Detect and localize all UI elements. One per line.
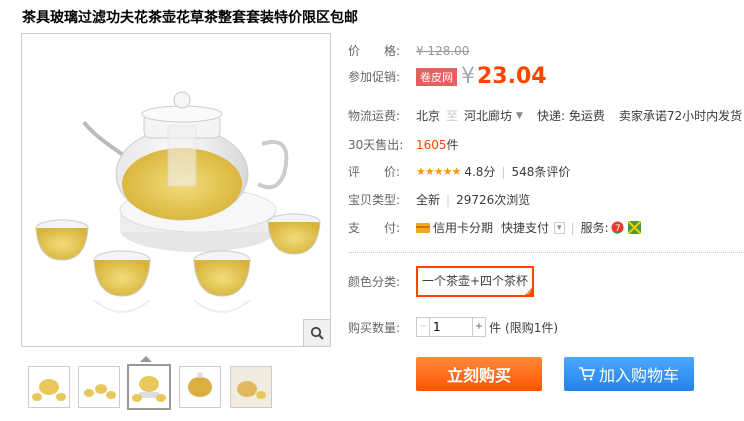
payment-label: 支 付: — [348, 221, 401, 235]
guarantee-icon[interactable] — [627, 221, 641, 234]
thumbnail-5[interactable] — [230, 366, 272, 408]
thumbnail-3[interactable] — [127, 364, 171, 410]
zoom-button[interactable] — [303, 319, 330, 346]
thumb-pointer — [140, 356, 152, 362]
ship-promise: 卖家承诺72小时内发货 — [618, 109, 743, 123]
sales-count: 1605 — [416, 137, 447, 152]
promo-label: 参加促销: — [348, 70, 401, 84]
thumbnail-4[interactable] — [179, 366, 221, 408]
purchase-limit: (限购1件) — [505, 320, 559, 335]
quantity-input[interactable] — [430, 319, 472, 335]
teapot-image — [35, 91, 321, 313]
item-type-value: 全新 — [416, 193, 441, 207]
thumbnail-image — [188, 372, 212, 397]
service-label: 服务: — [580, 221, 609, 235]
magnifier-icon — [310, 326, 324, 340]
sales-unit: 件 — [446, 138, 459, 152]
yen-sign: ¥ — [461, 64, 475, 89]
quantity-row: 购买数量: − + 件 (限购1件) — [348, 317, 558, 337]
credit-card-icon — [416, 222, 430, 233]
thumbnail-2[interactable] — [78, 366, 120, 408]
ship-from: 北京 — [416, 109, 441, 123]
ship-sep: 至 — [446, 109, 459, 123]
star-rating-icon: ★★★★★ — [416, 165, 461, 178]
shipping-label: 物流运费: — [348, 109, 401, 123]
thumbnail-image — [231, 367, 271, 407]
sku-row: 颜色分类: 一个茶壶+四个茶杯 ✓ — [348, 266, 535, 297]
quantity-stepper: − + — [416, 317, 486, 337]
rating-score: 4.8分 — [464, 165, 496, 179]
view-count: 29726次浏览 — [456, 193, 531, 207]
quick-pay[interactable]: 快捷支付 — [501, 219, 549, 236]
product-main-image[interactable] — [21, 33, 331, 347]
chevron-down-icon[interactable]: ▼ — [516, 111, 523, 121]
thumbnail-image — [32, 379, 66, 401]
section-divider — [348, 252, 744, 253]
payment-divider: | — [570, 220, 575, 235]
item-type-label: 宝贝类型: — [348, 193, 401, 207]
ship-fee: 快递: 免运费 — [536, 109, 605, 123]
payment-row: 支 付: 信用卡分期 快捷支付 ▾ | 服务: 7 — [348, 219, 643, 236]
minus-button[interactable]: − — [417, 318, 430, 336]
product-title: 茶具玻璃过滤功夫花茶壶花草茶整套套装特价限区包邮 — [22, 10, 358, 26]
rating-row: 评 价: ★★★★★ 4.8分 | 548条评价 — [348, 163, 570, 180]
rating-divider: | — [501, 164, 506, 179]
plus-button[interactable]: + — [472, 318, 485, 336]
sales-label: 30天售出: — [348, 138, 404, 152]
original-price: ¥ 128.00 — [416, 43, 470, 58]
shipping-row: 物流运费: 北京 至 河北廊坊 ▼ 快递: 免运费 卖家承诺72小时内发货 — [348, 107, 742, 124]
sales-row: 30天售出: 1605 件 — [348, 136, 459, 153]
ship-to[interactable]: 河北廊坊 — [464, 107, 512, 124]
price-label: 价 格: — [348, 44, 401, 58]
add-to-cart-label: 加入购物车 — [598, 366, 679, 385]
item-type-row: 宝贝类型: 全新 | 29726次浏览 — [348, 191, 530, 208]
review-count[interactable]: 548条评价 — [511, 163, 570, 180]
thumbnail-image — [84, 384, 116, 399]
quantity-unit: 件 — [489, 320, 502, 335]
buy-now-button[interactable]: 立刻购买 — [416, 357, 542, 391]
promo-row: 参加促销: 卷皮网 ¥ 23.04 — [348, 64, 547, 89]
promo-price: 23.04 — [477, 64, 547, 89]
thumbnail-image — [132, 376, 166, 402]
chevron-down-icon[interactable]: ▾ — [554, 221, 565, 234]
promo-badge: 卷皮网 — [416, 67, 457, 86]
rating-label: 评 价: — [348, 165, 401, 179]
price-row: 价 格: ¥ 128.00 — [348, 42, 469, 59]
cart-icon — [578, 367, 595, 381]
thumbnail-1[interactable] — [28, 366, 70, 408]
quantity-label: 购买数量: — [348, 320, 401, 335]
sku-option-text: 一个茶壶+四个茶杯 — [422, 274, 529, 288]
credit-installment[interactable]: 信用卡分期 — [433, 219, 493, 236]
add-to-cart-button[interactable]: 加入购物车 — [564, 357, 694, 391]
seven-day-return-icon[interactable]: 7 — [611, 221, 624, 234]
sku-option[interactable]: 一个茶壶+四个茶杯 ✓ — [416, 266, 535, 297]
check-icon: ✓ — [526, 289, 533, 297]
sku-label: 颜色分类: — [348, 275, 401, 289]
buy-now-label: 立刻购买 — [446, 366, 511, 385]
item-type-divider: | — [446, 192, 451, 207]
